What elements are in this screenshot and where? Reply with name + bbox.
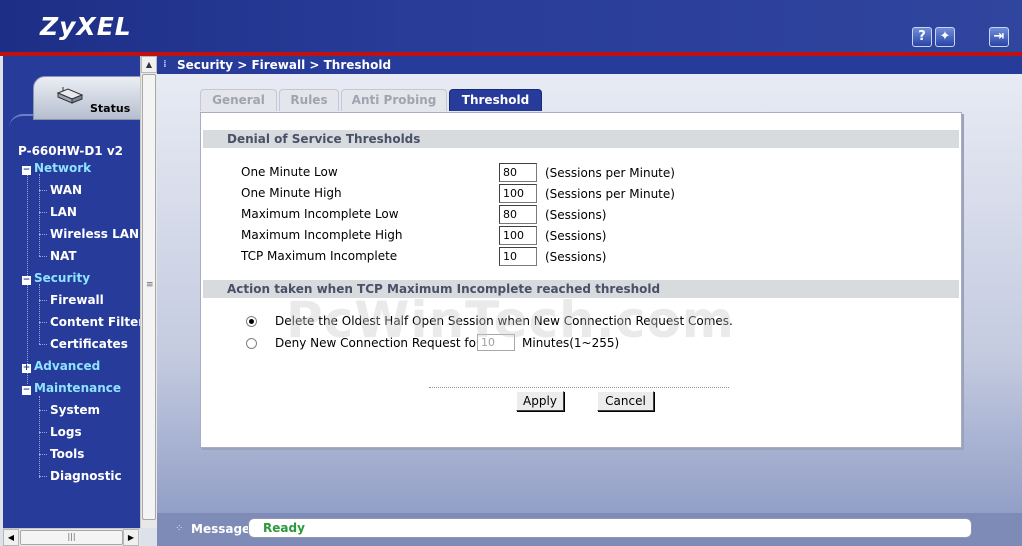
tab-general[interactable]: General	[200, 89, 277, 111]
tree-branch	[39, 432, 47, 433]
nav-section-security[interactable]: − Security	[22, 271, 90, 285]
sidebar-item-firewall[interactable]: Firewall	[50, 293, 104, 307]
one-minute-low-input[interactable]	[499, 163, 537, 182]
action-section-header: Action taken when TCP Maximum Incomplete…	[203, 280, 959, 298]
one-minute-high-input[interactable]	[499, 184, 537, 203]
scrollbar-thumb[interactable]: |||	[20, 530, 123, 545]
grip-icon: ⁘	[175, 523, 184, 534]
sidebar: Status P-660HW-D1 v2 − Network WAN LAN Wi…	[0, 56, 157, 546]
grip-icon: ⁞	[163, 59, 167, 70]
message-text: Ready	[263, 521, 305, 535]
one-minute-high-label: One Minute High	[241, 186, 342, 200]
scroll-left-arrow-icon[interactable]: ◀	[3, 529, 19, 546]
tree-branch	[39, 300, 47, 301]
deny-minutes-unit: Minutes(1~255)	[522, 336, 620, 350]
cancel-button[interactable]: Cancel	[597, 391, 654, 411]
sidebar-item-lan[interactable]: LAN	[50, 205, 77, 219]
tree-branch	[39, 190, 47, 191]
device-model: P-660HW-D1 v2	[18, 144, 123, 158]
max-incomplete-high-input[interactable]	[499, 226, 537, 245]
sidebar-item-content-filter[interactable]: Content Filter	[50, 315, 140, 329]
max-incomplete-low-input[interactable]	[499, 205, 537, 224]
sidebar-item-nat[interactable]: NAT	[50, 249, 77, 263]
breadcrumb: ⁞ Security > Firewall > Threshold	[157, 56, 1022, 74]
tcp-max-incomplete-input[interactable]	[499, 247, 537, 266]
message-label: Message	[191, 522, 251, 536]
nav-section-label: Maintenance	[34, 381, 122, 395]
tcp-max-incomplete-label: TCP Maximum Incomplete	[241, 249, 398, 263]
help-icon[interactable]: ?	[912, 27, 932, 47]
threshold-panel: Denial of Service Thresholds One Minute …	[200, 112, 962, 448]
nav-section-label: Advanced	[34, 359, 101, 373]
grip-icon: ≡	[146, 280, 154, 290]
sidebar-horizontal-scrollbar[interactable]: ◀ ||| ▶	[3, 528, 140, 546]
one-minute-high-unit: (Sessions per Minute)	[545, 187, 675, 201]
tree-branch	[39, 410, 47, 411]
tree-branch	[39, 212, 47, 213]
max-incomplete-low-unit: (Sessions)	[545, 208, 607, 222]
deny-new-connection-radio[interactable]	[246, 338, 257, 349]
tree-branch	[39, 454, 47, 455]
sidebar-item-wan[interactable]: WAN	[50, 183, 82, 197]
max-incomplete-low-label: Maximum Incomplete Low	[241, 207, 399, 221]
deny-minutes-input[interactable]	[477, 334, 515, 351]
collapse-icon[interactable]: −	[22, 386, 31, 395]
separator	[429, 387, 729, 388]
expand-icon[interactable]: +	[22, 364, 31, 373]
router-icon	[56, 87, 84, 104]
sidebar-vertical-scrollbar[interactable]: ▲ ≡	[140, 56, 157, 528]
status-tab[interactable]: Status	[33, 76, 140, 120]
nav-section-network[interactable]: − Network	[22, 161, 91, 175]
nav-section-advanced[interactable]: + Advanced	[22, 359, 100, 373]
nav-section-label: Network	[34, 161, 92, 175]
tree-line-security	[39, 284, 40, 344]
sidebar-item-certificates[interactable]: Certificates	[50, 337, 128, 351]
scroll-up-arrow-icon[interactable]: ▲	[141, 56, 157, 73]
delete-oldest-radio[interactable]	[246, 316, 257, 327]
zyxel-logo: ZyXEL	[40, 12, 132, 41]
max-incomplete-high-label: Maximum Incomplete High	[241, 228, 403, 242]
sidebar-item-system[interactable]: System	[50, 403, 100, 417]
one-minute-low-label: One Minute Low	[241, 165, 338, 179]
message-box: Ready	[248, 518, 972, 538]
delete-oldest-label: Delete the Oldest Half Open Session when…	[275, 314, 733, 328]
tree-branch	[39, 344, 47, 345]
tree-branch	[39, 256, 47, 257]
sidebar-item-tools[interactable]: Tools	[50, 447, 84, 461]
sidebar-item-diagnostic[interactable]: Diagnostic	[50, 469, 122, 483]
tree-line-maintenance	[39, 396, 40, 478]
tab-anti-probing[interactable]: Anti Probing	[341, 89, 447, 111]
sidebar-item-wireless-lan[interactable]: Wireless LAN	[50, 227, 139, 241]
status-bar: ⁘ Message Ready	[157, 513, 1022, 546]
wizard-icon[interactable]: ✦	[935, 27, 955, 47]
sidebar-item-logs[interactable]: Logs	[50, 425, 82, 439]
tab-rules[interactable]: Rules	[279, 89, 339, 111]
tab-threshold[interactable]: Threshold	[449, 89, 542, 111]
nav-section-maintenance[interactable]: − Maintenance	[22, 381, 121, 395]
nav-section-label: Security	[34, 271, 91, 285]
dos-section-header: Denial of Service Thresholds	[203, 130, 959, 148]
header-banner: ZyXEL ? ✦ ⇥	[0, 0, 1022, 52]
status-label: Status	[90, 102, 131, 115]
apply-button[interactable]: Apply	[516, 391, 564, 411]
scrollbar-thumb[interactable]: ≡	[142, 74, 156, 520]
tree-line-network	[39, 174, 40, 256]
collapse-icon[interactable]: −	[22, 166, 31, 175]
deny-new-connection-label: Deny New Connection Request for	[275, 336, 481, 350]
main-content: ⁞ Security > Firewall > Threshold Genera…	[157, 56, 1022, 546]
logout-icon[interactable]: ⇥	[989, 27, 1009, 47]
tree-branch	[39, 476, 47, 477]
tree-branch	[39, 322, 47, 323]
scroll-right-arrow-icon[interactable]: ▶	[123, 529, 139, 546]
collapse-icon[interactable]: −	[22, 276, 31, 285]
one-minute-low-unit: (Sessions per Minute)	[545, 166, 675, 180]
sidebar-panel: Status P-660HW-D1 v2 − Network WAN LAN Wi…	[3, 56, 140, 546]
breadcrumb-text: Security > Firewall > Threshold	[177, 58, 392, 72]
max-incomplete-high-unit: (Sessions)	[545, 229, 607, 243]
tree-branch	[39, 234, 47, 235]
tcp-max-incomplete-unit: (Sessions)	[545, 250, 607, 264]
